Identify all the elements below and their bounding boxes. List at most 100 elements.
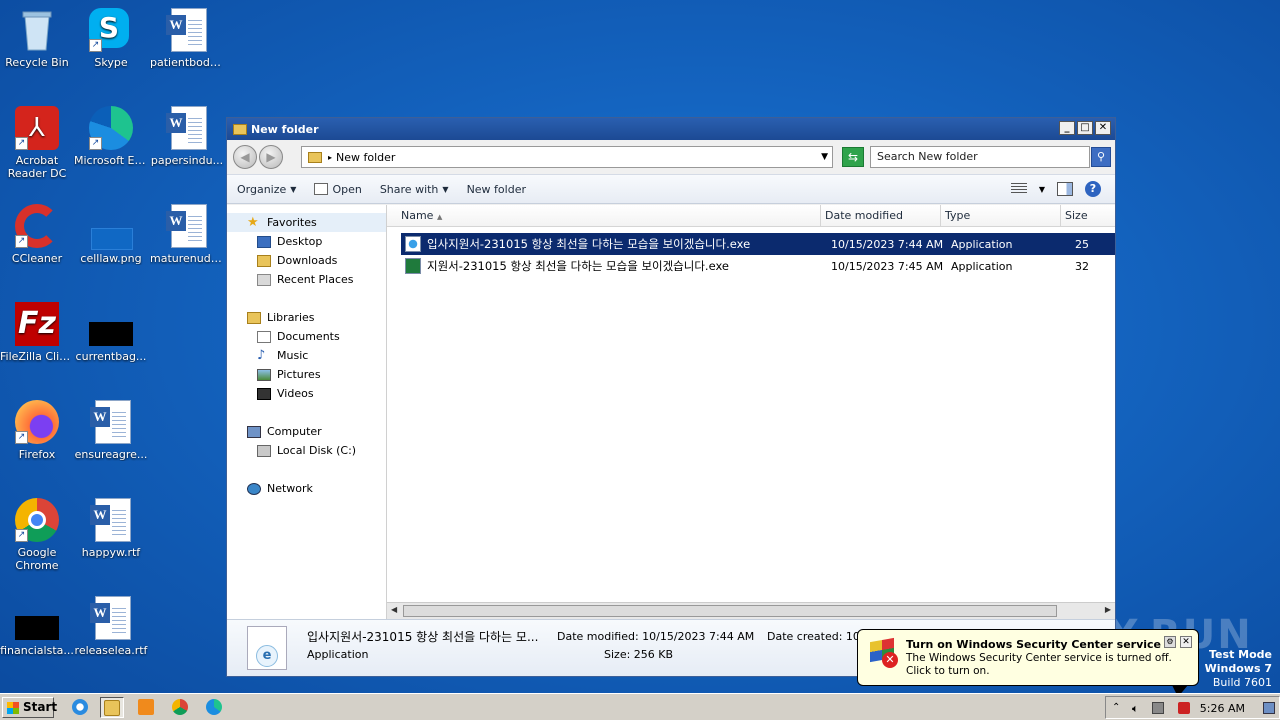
desktop-icon-currentbag[interactable]: currentbag... [74,302,148,363]
horizontal-scrollbar[interactable]: ◀ ▶ [387,602,1115,619]
security-center-notification[interactable]: ✕ Turn on Windows Security Center servic… [857,629,1199,697]
search-input[interactable]: Search New folder [870,146,1090,168]
share-with-button[interactable]: Share with ▼ [380,183,449,196]
organize-button[interactable]: Organize ▼ [237,183,296,196]
nav-music[interactable]: ♪ Music [227,346,386,365]
show-hidden-icons-icon[interactable]: ⌃ [1112,702,1124,714]
forward-button[interactable]: ▶ [259,145,283,169]
options-icon[interactable]: ⚙ [1164,636,1176,648]
taskbar-ie[interactable] [68,697,92,718]
minimize-button[interactable]: _ [1059,121,1075,135]
desktop-icon-releaselea[interactable]: W releaselea.rtf [74,596,148,657]
black-file-icon [15,596,59,640]
computer-icon [247,425,261,438]
scroll-right-icon[interactable]: ▶ [1105,605,1111,614]
address-field[interactable]: ▸ New folder ▼ [301,146,833,168]
taskbar-edge[interactable] [202,697,226,718]
command-bar: Organize ▼ Open Share with ▼ New folder … [227,174,1115,204]
desktop-icon-label: maturenude... [150,252,224,265]
taskbar-media-player[interactable] [134,697,158,718]
file-row[interactable]: 지원서-231015 항상 최선을 다하는 모습을 보이겠습니다.exe 10/… [401,255,1115,277]
chevron-down-icon[interactable]: ▼ [1039,185,1045,194]
file-type: Application [951,259,1013,273]
nav-favorites[interactable]: ★ Favorites [227,213,386,232]
desktop-icon-patientbody[interactable]: W patientbody... [150,8,224,69]
chrome-icon [172,699,188,715]
nav-network[interactable]: Network [227,479,386,498]
show-desktop-icon[interactable] [1263,702,1275,714]
nav-downloads[interactable]: Downloads [227,251,386,270]
taskbar-chrome[interactable] [168,697,192,718]
file-row[interactable]: 입사지원서-231015 항상 최선을 다하는 모습을 보이겠습니다.exe 1… [401,233,1115,255]
column-size[interactable]: Size [1061,205,1113,226]
desktop-icon-edge[interactable]: ↗ Microsoft Edge [74,106,148,167]
file-date: 10/15/2023 7:44 AM [831,237,944,251]
close-icon[interactable]: ✕ [1180,636,1192,648]
recycle-bin-icon [15,8,59,52]
action-center-icon[interactable] [1178,702,1190,714]
desktop-icon-chrome[interactable]: ↗ Google Chrome [0,498,74,572]
preview-pane-icon[interactable] [1057,182,1073,196]
volume-icon[interactable]: 🔈︎ [1132,702,1144,715]
taskbar-explorer[interactable] [100,697,124,718]
desktop-icon-acrobat[interactable]: ⅄ ↗ Acrobat Reader DC [0,106,74,180]
refresh-button[interactable]: ⇆ [842,147,864,167]
window-titlebar[interactable]: New folder _ □ ✕ [227,118,1115,140]
start-button[interactable]: Start [2,697,57,718]
network-icon[interactable] [1152,702,1164,714]
desktop-icon-ccleaner[interactable]: ↗ CCleaner [0,204,74,265]
column-date-modified[interactable]: Date modified [821,205,941,226]
nav-libraries[interactable]: Libraries [227,308,386,327]
desktop-icon-firefox[interactable]: ↗ Firefox [0,400,74,461]
nav-desktop[interactable]: Desktop [227,232,386,251]
file-size: 25 [1075,237,1089,251]
desktop-icon-recycle-bin[interactable]: Recycle Bin [0,8,74,69]
open-button[interactable]: Open [314,183,362,196]
new-folder-button[interactable]: New folder [467,183,526,196]
view-options-icon[interactable] [1010,183,1027,195]
help-icon[interactable]: ? [1085,181,1101,197]
desktop-icon-financialsta[interactable]: financialsta... [0,596,74,657]
desktop-icon-label: currentbag... [75,350,147,363]
maximize-button[interactable]: □ [1077,121,1093,135]
clock[interactable]: 5:26 AM [1200,702,1245,715]
nav-pictures-label: Pictures [277,368,321,381]
search-icon[interactable]: ⚲ [1091,147,1111,167]
desktop-icon-skype[interactable]: S ↗ Skype [74,8,148,69]
scrollbar-thumb[interactable] [403,605,1057,617]
column-type[interactable]: Type [941,205,1061,226]
word-doc-icon: W [165,8,209,52]
details-date-modified: Date modified: 10/15/2023 7:44 AM [557,630,755,643]
notification-body[interactable]: The Windows Security Center service is t… [906,652,1196,678]
nav-computer[interactable]: Computer [227,422,386,441]
chevron-down-icon: ▼ [290,184,297,194]
back-button[interactable]: ◀ [233,145,257,169]
desktop-icon-filezilla[interactable]: Fz FileZilla Client [0,302,74,363]
details-file-name: 입사지원서-231015 항상 최선을 다하는 모... [307,630,539,644]
scroll-left-icon[interactable]: ◀ [391,605,397,614]
desktop-icon-papersindu[interactable]: W papersindu... [150,106,224,167]
desktop-icon-label: Acrobat Reader DC [7,154,67,180]
desktop-icon-label: Microsoft Edge [74,154,148,167]
desktop-icon-label: happyw.rtf [81,546,141,559]
edge-icon [206,699,222,715]
nav-recent-places[interactable]: Recent Places [227,270,386,289]
desktop-icon-happyw[interactable]: W happyw.rtf [74,498,148,559]
explorer-window[interactable]: New folder _ □ ✕ ◀ ▶ ▸ New folder ▼ ⇆ Se… [226,117,1116,677]
nav-local-disk[interactable]: Local Disk (C:) [227,441,386,460]
desktop-icon-celllaw[interactable]: celllaw.png [74,204,148,265]
nav-documents[interactable]: Documents [227,327,386,346]
file-size: 32 [1075,259,1089,273]
nav-pictures[interactable]: Pictures [227,365,386,384]
breadcrumb-folder[interactable]: New folder [336,151,395,164]
nav-videos[interactable]: Videos [227,384,386,403]
chevron-down-icon[interactable]: ▼ [821,152,828,162]
black-file-icon [89,302,133,346]
desktop-icon-ensureagre[interactable]: W ensureagre... [74,400,148,461]
column-name[interactable]: Name ▲ [387,205,821,226]
nav-videos-label: Videos [277,387,314,400]
breadcrumb-chevron-icon[interactable]: ▸ [328,153,332,162]
column-name-label: Name [401,209,434,222]
close-button[interactable]: ✕ [1095,121,1111,135]
desktop-icon-maturenude[interactable]: W maturenude... [150,204,224,265]
